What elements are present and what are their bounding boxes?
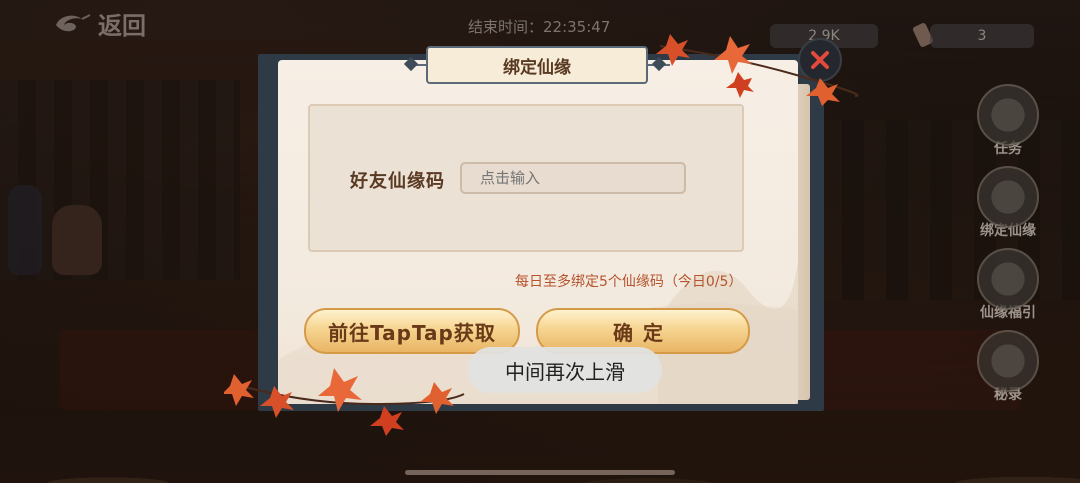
side-item-bind[interactable]: 绑定仙缘	[972, 166, 1044, 240]
back-button[interactable]: 返回	[52, 6, 146, 41]
gesture-toast: 中间再次上滑	[468, 347, 662, 393]
cloud-back-icon	[56, 13, 91, 31]
end-time-label: 结束时间：22:35:47	[468, 18, 611, 36]
back-label: 返回	[98, 12, 146, 40]
side-item-records[interactable]: 秘录	[972, 330, 1044, 404]
home-indicator[interactable]	[405, 470, 675, 475]
title-diamond-left	[403, 56, 419, 72]
maple-branch-bottom-icon	[224, 368, 465, 436]
dialog-title-banner: 绑定仙缘	[403, 46, 670, 86]
book-icon	[977, 330, 1039, 392]
side-item-lottery[interactable]: 仙缘福引	[972, 248, 1044, 322]
scroll-icon	[977, 84, 1039, 146]
friend-code-input[interactable]	[460, 162, 686, 194]
friend-code-label: 好友仙缘码	[350, 171, 445, 192]
daily-limit-note: 每日至多绑定5个仙缘码（今日0/5）	[515, 274, 743, 290]
maple-branch-top-icon	[656, 34, 859, 106]
scroll-bundle-icon	[977, 248, 1039, 310]
resource-counter-2: 3	[930, 24, 1034, 48]
bind-icon	[977, 166, 1039, 228]
side-item-task[interactable]: 任务	[972, 84, 1044, 158]
dialog-title: 绑定仙缘	[426, 46, 648, 84]
